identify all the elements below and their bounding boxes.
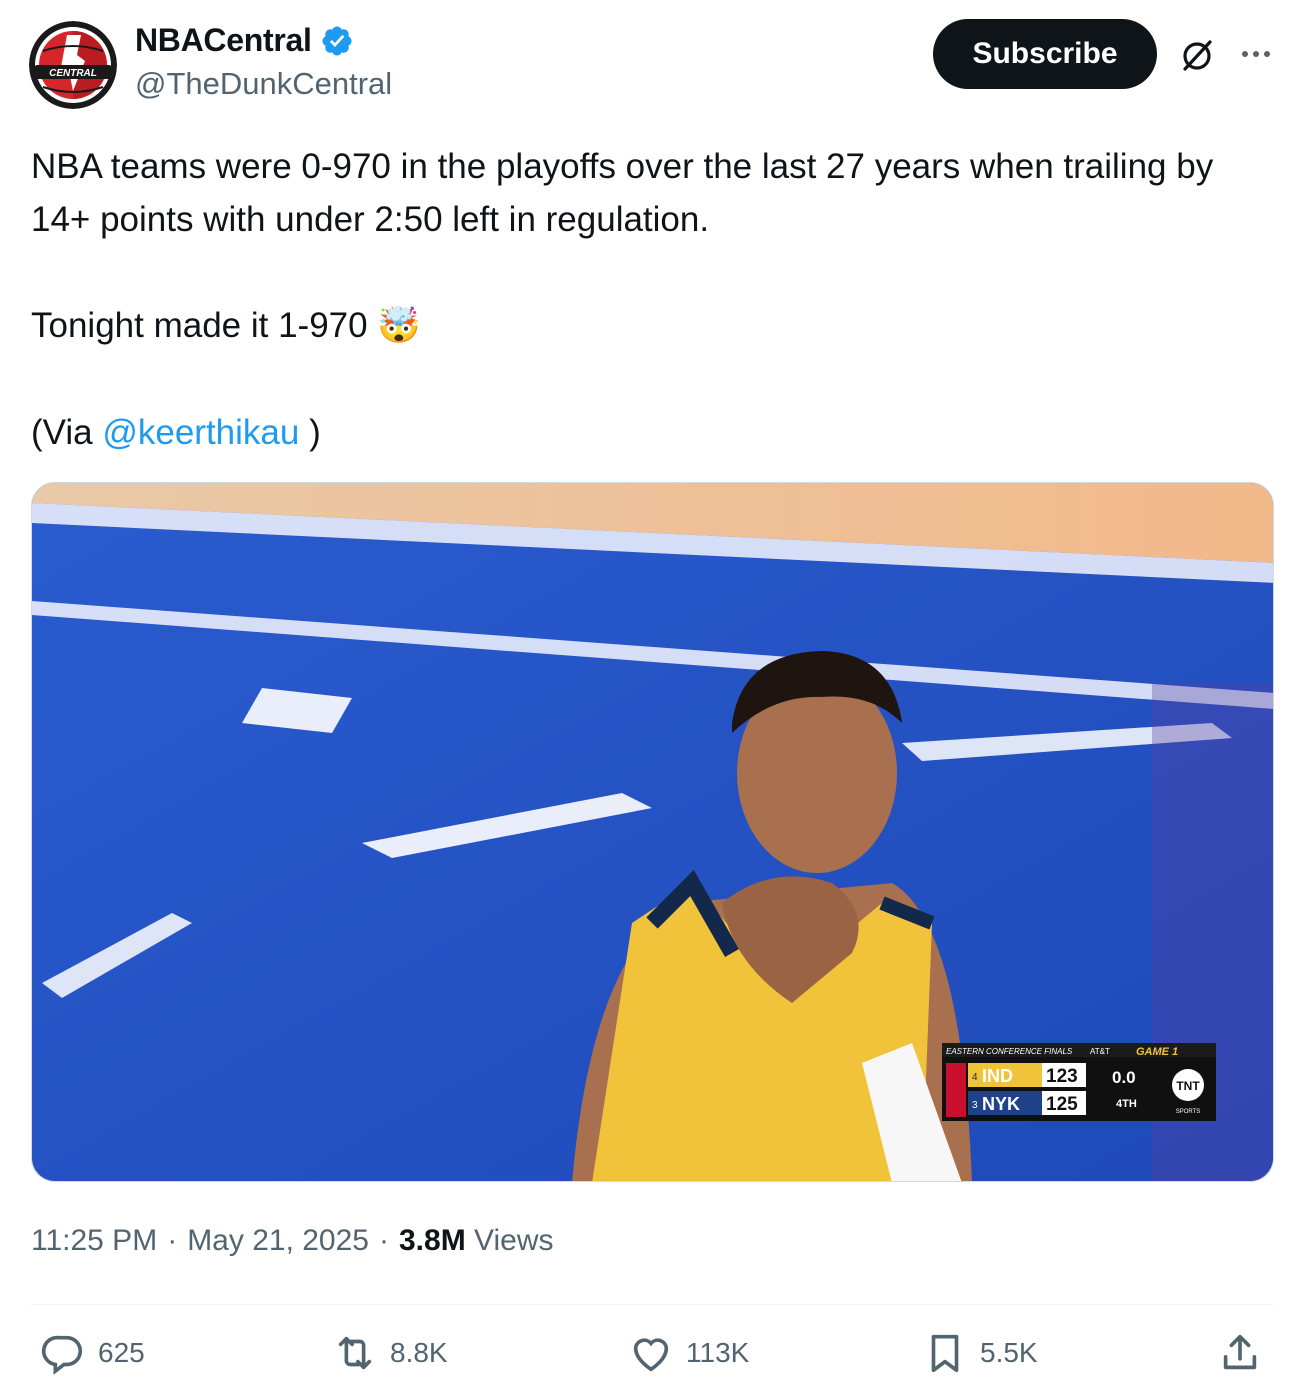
subscribe-button[interactable]: Subscribe bbox=[933, 19, 1157, 89]
reply-icon bbox=[41, 1335, 83, 1375]
scorebug-network-sub: SPORTS bbox=[1176, 1109, 1201, 1115]
avatar[interactable]: CENTRAL bbox=[29, 21, 117, 109]
scorebug-period: 4TH bbox=[1116, 1098, 1137, 1110]
action-bar: 625 8.8K 113K 5.5K bbox=[0, 1330, 1302, 1386]
scorebug-team1-score: 123 bbox=[1046, 1066, 1078, 1087]
repost-count: 8.8K bbox=[390, 1337, 448, 1368]
mention-link[interactable]: @keerthikau bbox=[102, 413, 299, 452]
scorebug-team1: IND bbox=[982, 1066, 1013, 1086]
author-name[interactable]: NBACentral bbox=[135, 22, 312, 59]
tweet-line-2: Tonight made it 1-970 🤯 bbox=[31, 299, 1271, 353]
meta-separator: · bbox=[378, 1224, 389, 1257]
share-icon bbox=[1223, 1334, 1257, 1370]
heart-icon bbox=[633, 1338, 669, 1372]
bookmark-button[interactable]: 5.5K bbox=[922, 1330, 1038, 1376]
reply-count: 625 bbox=[98, 1337, 145, 1368]
tweet-line-1: NBA teams were 0-970 in the playoffs ove… bbox=[31, 147, 1214, 239]
via-prefix: (Via bbox=[31, 413, 103, 452]
exploding-head-emoji: 🤯 bbox=[377, 306, 421, 346]
via-suffix: ) bbox=[299, 413, 321, 452]
scorebug-game: GAME 1 bbox=[1136, 1046, 1178, 1058]
bookmark-count: 5.5K bbox=[980, 1337, 1038, 1368]
bookmark-icon bbox=[931, 1334, 959, 1373]
like-count: 113K bbox=[686, 1337, 750, 1368]
verified-badge-icon bbox=[322, 25, 352, 56]
scorebug-team2-seed: 3 bbox=[972, 1100, 978, 1111]
repost-icon bbox=[338, 1336, 372, 1370]
author-handle[interactable]: @TheDunkCentral bbox=[135, 66, 392, 102]
views-count: 3.8M bbox=[398, 1224, 466, 1257]
tweet-date[interactable]: May 21, 2025 bbox=[187, 1224, 369, 1258]
scorebug: EASTERN CONFERENCE FINALS AT&T GAME 1 4 … bbox=[942, 1043, 1216, 1121]
scorebug-team2: NYK bbox=[982, 1094, 1020, 1114]
tweet-media-video[interactable]: EASTERN CONFERENCE FINALS AT&T GAME 1 4 … bbox=[31, 482, 1274, 1182]
share-button[interactable] bbox=[1217, 1330, 1263, 1376]
scorebug-sponsor: AT&T bbox=[1090, 1047, 1110, 1056]
views-label: Views bbox=[474, 1224, 554, 1257]
reply-button[interactable]: 625 bbox=[40, 1330, 145, 1376]
meta-separator: · bbox=[167, 1224, 178, 1257]
author-name-row: NBACentral bbox=[135, 22, 354, 59]
tweet-line-2-text: Tonight made it 1-970 bbox=[31, 306, 368, 345]
scorebug-team2-score: 125 bbox=[1046, 1094, 1078, 1115]
tweet-line-3: (Via @keerthikau ) bbox=[31, 406, 1271, 459]
more-icon[interactable] bbox=[1236, 36, 1276, 72]
divider bbox=[31, 1304, 1274, 1305]
avatar-text: CENTRAL bbox=[49, 68, 97, 79]
like-button[interactable]: 113K bbox=[628, 1330, 749, 1376]
tweet-meta: 11:25 PM · May 21, 2025 · 3.8M Views bbox=[31, 1224, 554, 1258]
scorebug-team1-seed: 4 bbox=[972, 1072, 978, 1083]
grok-icon[interactable] bbox=[1177, 36, 1217, 76]
repost-button[interactable]: 8.8K bbox=[332, 1330, 448, 1376]
scorebug-header: EASTERN CONFERENCE FINALS bbox=[946, 1047, 1073, 1056]
scorebug-clock: 0.0 bbox=[1112, 1068, 1136, 1087]
tweet-text: NBA teams were 0-970 in the playoffs ove… bbox=[31, 140, 1271, 459]
scorebug-network: TNT bbox=[1176, 1079, 1200, 1093]
tweet-time[interactable]: 11:25 PM bbox=[31, 1224, 157, 1258]
